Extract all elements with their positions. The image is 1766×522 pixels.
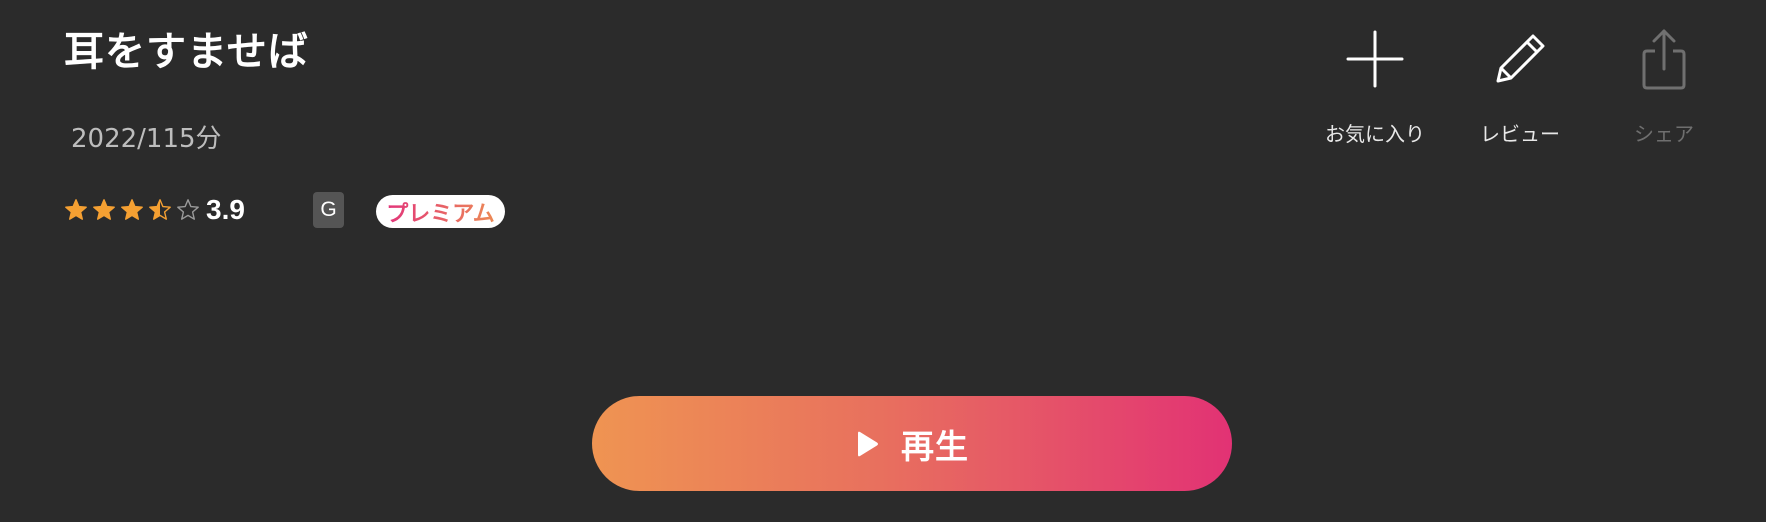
rating-row: 3.9	[64, 190, 245, 230]
star-empty-icon	[176, 198, 200, 222]
favorite-button[interactable]: お気に入り	[1300, 24, 1450, 147]
share-button[interactable]: シェア	[1589, 24, 1739, 147]
star-full-icon	[120, 198, 144, 222]
play-button[interactable]: 再生	[592, 396, 1232, 491]
premium-badge: プレミアム	[376, 195, 505, 228]
favorite-label: お気に入り	[1325, 122, 1425, 146]
movie-title: 耳をすませば	[64, 29, 309, 75]
plus-icon	[1340, 24, 1410, 94]
age-rating-badge: G	[313, 192, 344, 228]
star-half-icon	[148, 198, 172, 222]
rating-value: 3.9	[206, 194, 245, 225]
star-full-icon	[92, 198, 116, 222]
movie-meta: 2022/115分	[71, 124, 222, 154]
star-full-icon	[64, 198, 88, 222]
play-label: 再生	[901, 427, 969, 465]
pencil-icon	[1485, 24, 1555, 94]
premium-label: プレミアム	[386, 196, 494, 228]
review-label: レビュー	[1480, 122, 1560, 146]
share-icon	[1629, 24, 1699, 94]
share-label: シェア	[1634, 122, 1694, 146]
review-button[interactable]: レビュー	[1445, 24, 1595, 147]
rating-stars	[64, 198, 200, 222]
play-icon	[855, 430, 879, 458]
